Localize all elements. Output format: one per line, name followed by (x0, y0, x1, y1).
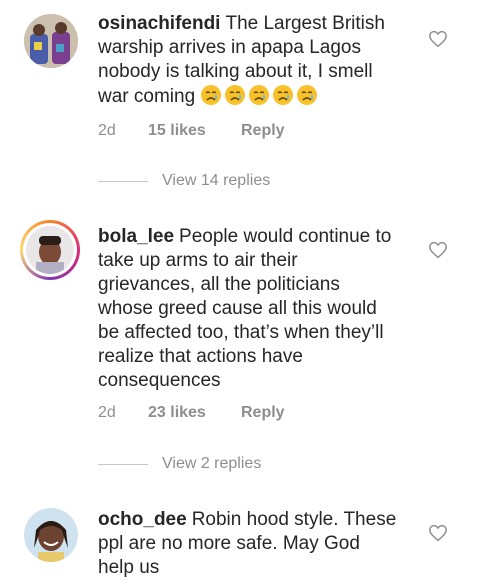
view-replies-button[interactable]: View 2 replies (98, 455, 261, 473)
avatar-photo (24, 14, 78, 68)
avatar-image (26, 226, 74, 274)
comment-username[interactable]: bola_lee (98, 226, 174, 247)
comment-text: osinachifendi The Largest British warship… (98, 12, 398, 109)
reply-button[interactable]: Reply (241, 122, 285, 140)
heart-outline-icon[interactable] (428, 524, 448, 542)
comment-text: ocho_dee Robin hood style. These ppl are … (98, 508, 398, 580)
avatar[interactable] (20, 220, 80, 280)
view-replies-label: View 14 replies (162, 172, 271, 189)
comment-meta: 2d 23 likes Reply (98, 404, 285, 422)
view-replies-label: View 2 replies (162, 455, 262, 472)
avatar[interactable] (24, 508, 78, 562)
reply-button[interactable]: Reply (241, 404, 285, 422)
avatar-ring-gap (23, 223, 77, 277)
comment-meta: 2d 15 likes Reply (98, 122, 285, 140)
comment-likes[interactable]: 23 likes (148, 404, 241, 422)
crying-face-icon (201, 85, 222, 105)
avatar-photo (26, 226, 74, 274)
comment-username[interactable]: ocho_dee (98, 509, 187, 530)
comment-username[interactable]: osinachifendi (98, 13, 220, 34)
crying-face-icon (273, 85, 294, 105)
comment-time: 2d (98, 122, 116, 139)
divider (98, 180, 148, 182)
crying-face-icon (225, 85, 246, 105)
comment-time: 2d (98, 404, 116, 421)
view-replies-button[interactable]: View 14 replies (98, 172, 270, 190)
crying-face-icon (297, 85, 318, 105)
avatar-photo (24, 508, 78, 562)
comment-likes[interactable]: 15 likes (148, 122, 241, 140)
comment-text: bola_lee People would continue to take up… (98, 225, 398, 393)
avatar[interactable] (24, 14, 78, 68)
heart-outline-icon[interactable] (428, 30, 448, 48)
heart-outline-icon[interactable] (428, 241, 448, 259)
crying-face-icon (249, 85, 270, 105)
emoji-row (200, 85, 320, 107)
divider (98, 463, 148, 465)
comment-body: People would continue to take up arms to… (98, 226, 392, 391)
